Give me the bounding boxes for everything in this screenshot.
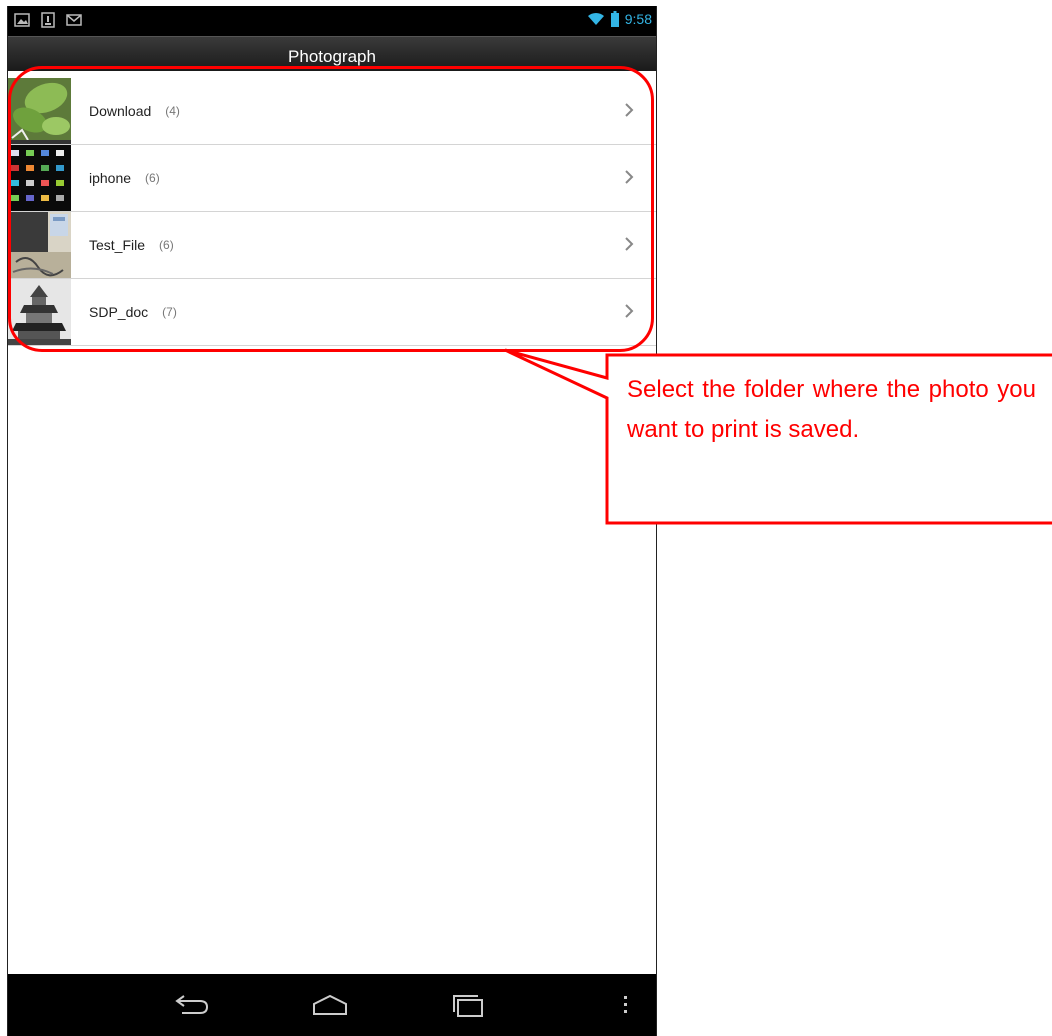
- menu-icon[interactable]: [620, 992, 632, 1018]
- folder-name: Test_File: [89, 237, 146, 253]
- gmail-icon: [66, 14, 82, 26]
- folder-list: Download (4) iphone (6) Test_File (6) SD…: [8, 78, 656, 346]
- folder-count: (6): [145, 171, 160, 185]
- folder-thumbnail: [8, 212, 71, 278]
- folder-thumbnail: [8, 145, 71, 211]
- folder-thumbnail: [8, 78, 71, 144]
- recents-icon[interactable]: [448, 992, 488, 1018]
- image-icon: [14, 13, 30, 27]
- chevron-right-icon: [625, 237, 634, 251]
- home-icon[interactable]: [310, 992, 350, 1018]
- status-bar: 9:58: [8, 6, 656, 36]
- folder-count: (4): [165, 104, 180, 118]
- battery-icon: [610, 11, 619, 27]
- notification-icons: [14, 12, 82, 28]
- folder-name: SDP_doc: [89, 304, 149, 320]
- chevron-right-icon: [625, 103, 634, 117]
- annotation-callout: Select the folder where the photo you wa…: [627, 376, 1036, 443]
- folder-count: (7): [162, 305, 177, 319]
- folder-row-iphone[interactable]: iphone (6): [8, 145, 656, 212]
- chevron-right-icon: [625, 170, 634, 184]
- folder-count: (6): [159, 238, 174, 252]
- phone-screen: 9:58 Photograph Download (4) iphone (6) …: [7, 6, 657, 1036]
- folder-thumbnail: [8, 279, 71, 345]
- chevron-right-icon: [625, 304, 634, 318]
- action-bar: Photograph: [8, 36, 656, 71]
- folder-row-sdp-doc[interactable]: SDP_doc (7): [8, 279, 656, 346]
- clock: 9:58: [624, 11, 652, 27]
- page-title: Photograph: [288, 47, 376, 66]
- folder-name: Download: [89, 103, 152, 119]
- download-icon: [41, 12, 55, 28]
- wifi-icon: [587, 12, 604, 25]
- folder-row-download[interactable]: Download (4): [8, 78, 656, 145]
- navigation-bar: [8, 974, 656, 1036]
- folder-name: iphone: [89, 170, 132, 186]
- folder-row-test-file[interactable]: Test_File (6): [8, 212, 656, 279]
- back-icon[interactable]: [172, 992, 212, 1018]
